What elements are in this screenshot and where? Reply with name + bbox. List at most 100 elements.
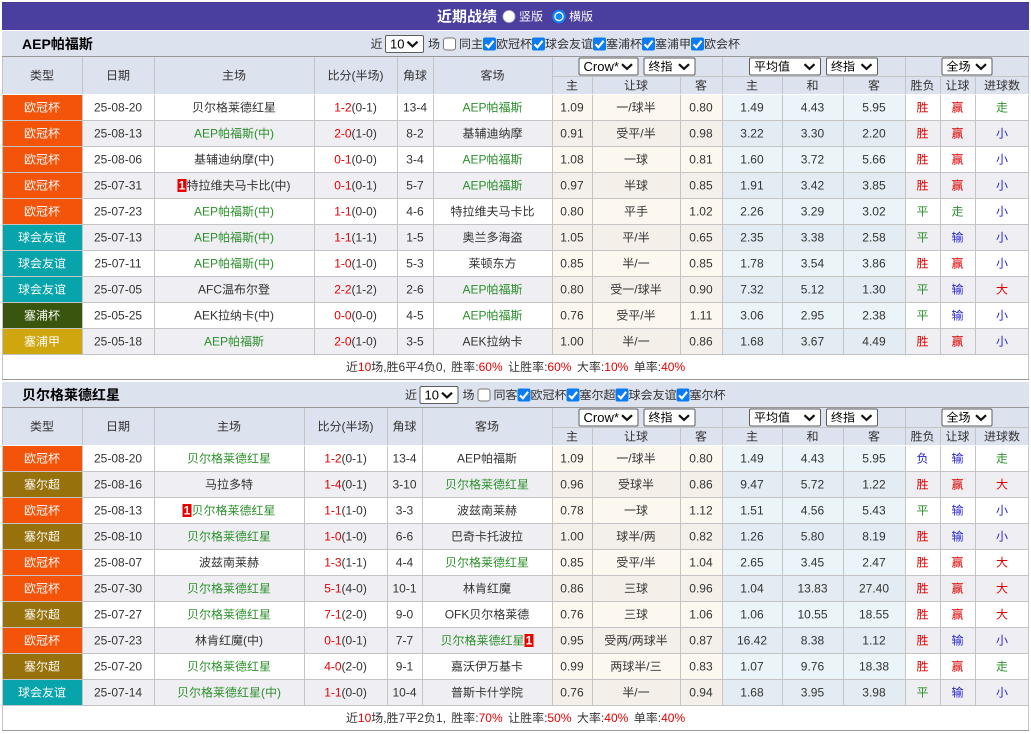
- svg-text:1.04: 1.04: [740, 582, 764, 596]
- svg-text:AEP: AEP: [194, 205, 218, 219]
- svg-text:60%: 60%: [479, 360, 503, 374]
- svg-text:0.80: 0.80: [560, 283, 584, 297]
- svg-text:0.85: 0.85: [689, 257, 713, 271]
- svg-text:1.06: 1.06: [740, 608, 764, 622]
- svg-text:0.94: 0.94: [689, 686, 713, 700]
- svg-text:0.87: 0.87: [689, 634, 713, 648]
- svg-text:AEP: AEP: [194, 257, 218, 271]
- svg-text:10-1: 10-1: [393, 582, 417, 596]
- svg-text:AEP: AEP: [457, 452, 481, 466]
- svg-text:9.47: 9.47: [740, 478, 764, 492]
- svg-text:1-4: 1-4: [324, 478, 342, 492]
- svg-text:1.12: 1.12: [689, 504, 713, 518]
- svg-text:2.65: 2.65: [740, 556, 764, 570]
- svg-text:25-07-13: 25-07-13: [94, 231, 142, 245]
- svg-text:(1-0): (1-0): [342, 504, 367, 518]
- svg-text:2.26: 2.26: [740, 205, 764, 219]
- svg-text:): ): [270, 231, 274, 245]
- svg-text:27.40: 27.40: [859, 582, 889, 596]
- svg-text:(: (: [254, 205, 258, 219]
- svg-text:25-08-06: 25-08-06: [94, 153, 142, 167]
- svg-text:0.80: 0.80: [560, 205, 584, 219]
- svg-text:(: (: [261, 686, 265, 700]
- svg-text:(: (: [352, 69, 356, 83]
- svg-text:(0-1): (0-1): [342, 452, 367, 466]
- svg-text:3.22: 3.22: [740, 127, 764, 141]
- svg-text:(: (: [254, 127, 258, 141]
- svg-text:0.82: 0.82: [689, 530, 713, 544]
- svg-text:1-1: 1-1: [324, 504, 342, 518]
- svg-text:4.49: 4.49: [862, 335, 886, 349]
- svg-text:1.09: 1.09: [560, 452, 584, 466]
- svg-text:0.91: 0.91: [560, 127, 584, 141]
- svg-text:1.49: 1.49: [740, 452, 764, 466]
- svg-text:0.85: 0.85: [689, 179, 713, 193]
- svg-text:3.86: 3.86: [862, 257, 886, 271]
- svg-text:25-08-13: 25-08-13: [94, 127, 142, 141]
- svg-text:AEP: AEP: [463, 179, 487, 193]
- svg-text:): ): [277, 686, 281, 700]
- svg-text:0.85: 0.85: [560, 556, 584, 570]
- svg-text:7.32: 7.32: [740, 283, 764, 297]
- svg-text:1-2: 1-2: [324, 452, 342, 466]
- svg-text:AEK: AEK: [463, 335, 487, 349]
- svg-text:4.56: 4.56: [801, 504, 825, 518]
- svg-text:25-07-23: 25-07-23: [94, 205, 142, 219]
- svg-text:(1-0): (1-0): [352, 335, 377, 349]
- svg-text:25-07-31: 25-07-31: [94, 179, 142, 193]
- svg-text:6-6: 6-6: [396, 530, 414, 544]
- svg-text:2-2: 2-2: [334, 283, 352, 297]
- svg-text:1: 1: [184, 504, 191, 518]
- svg-text:1.00: 1.00: [560, 530, 584, 544]
- svg-text:,: ,: [383, 711, 386, 725]
- svg-text:Crow*: Crow*: [584, 59, 619, 74]
- svg-text:(1-1): (1-1): [342, 556, 367, 570]
- svg-text:,: ,: [383, 360, 386, 374]
- svg-text:1.78: 1.78: [740, 257, 764, 271]
- svg-text:8-2: 8-2: [406, 127, 424, 141]
- svg-text:(: (: [342, 420, 346, 434]
- svg-text:0.78: 0.78: [560, 504, 584, 518]
- svg-text:8.19: 8.19: [862, 530, 886, 544]
- svg-text:1: 1: [179, 179, 186, 193]
- svg-text:1.12: 1.12: [862, 634, 886, 648]
- svg-text:): ): [270, 153, 274, 167]
- svg-text:(0-0): (0-0): [352, 153, 377, 167]
- svg-text:4-6: 4-6: [406, 205, 424, 219]
- svg-text:3.38: 3.38: [801, 231, 825, 245]
- svg-text:Crow*: Crow*: [584, 410, 619, 425]
- svg-text:4.43: 4.43: [801, 101, 825, 115]
- svg-text:1.05: 1.05: [560, 231, 584, 245]
- svg-text:25-07-05: 25-07-05: [94, 283, 142, 297]
- svg-text:AEP: AEP: [463, 101, 487, 115]
- svg-text:25-08-20: 25-08-20: [94, 452, 142, 466]
- svg-text:3-10: 3-10: [393, 478, 417, 492]
- svg-text:): ): [287, 179, 291, 193]
- svg-text:7: 7: [399, 711, 406, 725]
- svg-text:1.91: 1.91: [740, 179, 764, 193]
- svg-text:0-1: 0-1: [334, 179, 352, 193]
- svg-text:10: 10: [358, 711, 372, 725]
- svg-text:5.66: 5.66: [862, 153, 886, 167]
- svg-text:18.55: 18.55: [859, 608, 889, 622]
- svg-text:): ): [380, 69, 384, 83]
- svg-text:(0-1): (0-1): [352, 179, 377, 193]
- svg-text:5.80: 5.80: [801, 530, 825, 544]
- svg-text:4-4: 4-4: [396, 556, 414, 570]
- svg-text:(: (: [254, 309, 258, 323]
- svg-text:1-1: 1-1: [334, 231, 352, 245]
- svg-text:25-08-13: 25-08-13: [94, 504, 142, 518]
- svg-text:25-05-25: 25-05-25: [94, 309, 142, 323]
- svg-text:3.72: 3.72: [801, 153, 825, 167]
- svg-text:0,: 0,: [436, 360, 446, 374]
- svg-text:1-3: 1-3: [324, 556, 342, 570]
- svg-text:(0-1): (0-1): [352, 101, 377, 115]
- svg-text:1-5: 1-5: [406, 231, 424, 245]
- svg-text:1.60: 1.60: [740, 153, 764, 167]
- svg-text:10-4: 10-4: [393, 686, 417, 700]
- svg-text:0.86: 0.86: [560, 582, 584, 596]
- svg-text:13-4: 13-4: [403, 101, 427, 115]
- svg-text:1.02: 1.02: [689, 205, 713, 219]
- svg-text:3-4: 3-4: [406, 153, 424, 167]
- svg-text:0.76: 0.76: [560, 309, 584, 323]
